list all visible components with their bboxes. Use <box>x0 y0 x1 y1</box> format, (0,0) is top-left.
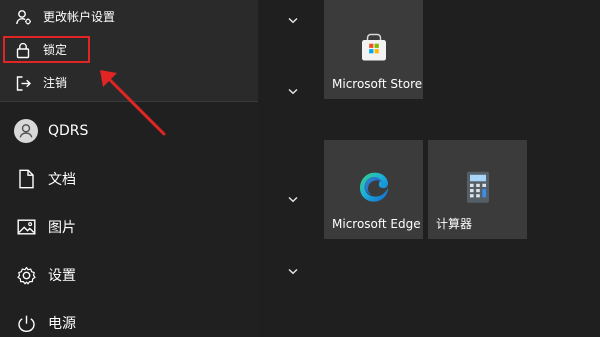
chevron-down-icon[interactable] <box>286 15 300 25</box>
picture-icon <box>14 215 38 239</box>
lock-item[interactable]: 锁定 <box>0 35 258 65</box>
chevron-down-icon[interactable] <box>286 86 300 96</box>
settings-item[interactable]: 设置 <box>0 251 258 299</box>
microsoft-edge-label: Microsoft Edge <box>332 217 421 231</box>
user-account-item[interactable]: QDRS <box>0 107 258 155</box>
documents-item[interactable]: 文档 <box>0 155 258 203</box>
microsoft-store-icon <box>358 32 389 63</box>
documents-label: 文档 <box>48 172 76 188</box>
microsoft-store-label: Microsoft Store <box>332 77 423 91</box>
calculator-icon <box>465 170 491 204</box>
microsoft-store-tile[interactable]: Microsoft Store <box>324 0 423 99</box>
change-account-settings-item[interactable]: 更改帐户设置 <box>0 2 258 32</box>
calculator-label: 计算器 <box>436 217 473 231</box>
chevron-down-icon[interactable] <box>286 266 300 276</box>
pictures-label: 图片 <box>48 220 76 236</box>
sign-out-item[interactable]: 注销 <box>0 68 258 98</box>
gear-icon <box>14 263 38 287</box>
pictures-item[interactable]: 图片 <box>0 203 258 251</box>
edge-icon <box>356 169 392 205</box>
calculator-tile[interactable]: 计算器 <box>428 140 527 239</box>
sign-out-label: 注销 <box>43 76 68 90</box>
change-account-settings-label: 更改帐户设置 <box>43 10 116 24</box>
power-label: 电源 <box>48 316 76 332</box>
settings-label: 设置 <box>48 268 76 284</box>
power-icon <box>14 311 38 335</box>
sign-out-icon <box>14 74 32 92</box>
chevron-down-icon[interactable] <box>286 194 300 204</box>
avatar <box>14 119 38 143</box>
document-icon <box>14 167 38 191</box>
user-name: QDRS <box>48 123 89 139</box>
start-left-panel: 更改帐户设置 锁定 注销 QDRS 文档 图片 设置 电源 <box>0 0 258 337</box>
power-item[interactable]: 电源 <box>0 299 258 337</box>
lock-label: 锁定 <box>43 43 68 57</box>
user-settings-icon <box>14 8 32 26</box>
lock-icon <box>14 41 32 59</box>
start-menu: 更改帐户设置 锁定 注销 QDRS 文档 图片 设置 电源 Microsoft … <box>0 0 600 337</box>
microsoft-edge-tile[interactable]: Microsoft Edge <box>324 140 423 239</box>
account-flyout: 更改帐户设置 锁定 注销 <box>0 0 258 102</box>
